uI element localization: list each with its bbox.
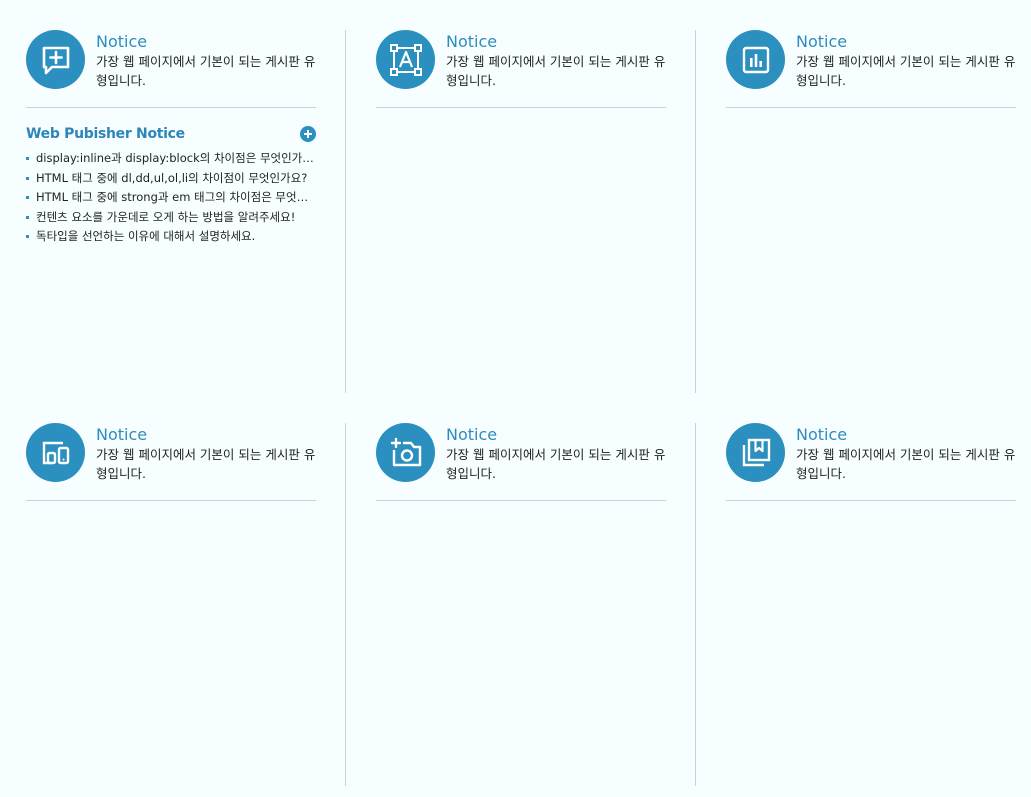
card-description: 가장 웹 페이지에서 기본이 되는 게시판 유형입니다. [446,447,666,481]
plus-circle-icon[interactable] [300,126,316,142]
chat-plus-icon[interactable] [26,30,85,89]
card-title[interactable]: Notice [796,425,1021,445]
card-description: 가장 웹 페이지에서 기본이 되는 게시판 유형입니다. [96,447,316,481]
card-header: Notice 가장 웹 페이지에서 기본이 되는 게시판 유형입니다. [376,30,666,108]
add-photo-icon[interactable] [376,423,435,482]
card-description: 가장 웹 페이지에서 기본이 되는 게시판 유형입니다. [96,54,316,88]
notice-card: Notice 가장 웹 페이지에서 기본이 되는 게시판 유형입니다. [726,423,1016,501]
card-header: Notice 가장 웹 페이지에서 기본이 되는 게시판 유형입니다. [726,423,1016,501]
card-header: Notice 가장 웹 페이지에서 기본이 되는 게시판 유형입니다. [726,30,1016,108]
card-title[interactable]: Notice [446,32,671,52]
column-divider [345,423,346,786]
card-title[interactable]: Notice [96,425,321,445]
notice-card: Notice 가장 웹 페이지에서 기본이 되는 게시판 유형입니다. [26,423,316,501]
notice-card: Notice 가장 웹 페이지에서 기본이 되는 게시판 유형입니다. Web … [26,30,316,247]
notice-card: Notice 가장 웹 페이지에서 기본이 되는 게시판 유형입니다. [726,30,1016,108]
column-divider [345,30,346,393]
notice-board: Web Pubisher Notice display:inline과 disp… [26,124,316,247]
list-item[interactable]: 컨텐츠 요소를 가운데로 오게 하는 방법을 알려주세요! [26,208,314,228]
card-header: Notice 가장 웹 페이지에서 기본이 되는 게시판 유형입니다. [26,30,316,108]
card-header: Notice 가장 웹 페이지에서 기본이 되는 게시판 유형입니다. [376,423,666,501]
board-title[interactable]: Web Pubisher Notice [26,126,185,142]
notice-card: Notice 가장 웹 페이지에서 기본이 되는 게시판 유형입니다. [376,423,666,501]
list-item[interactable]: HTML 태그 중에 dl,dd,ul,ol,li의 차이점이 무엇인가요? [26,169,314,189]
bar-chart-icon[interactable] [726,30,785,89]
notice-card: Notice 가장 웹 페이지에서 기본이 되는 게시판 유형입니다. [376,30,666,108]
list-item[interactable]: 독타입을 선언하는 이유에 대해서 설명하세요. [26,227,314,247]
bookmarks-icon[interactable] [726,423,785,482]
card-title[interactable]: Notice [796,32,1021,52]
card-title[interactable]: Notice [96,32,321,52]
list-item[interactable]: HTML 태그 중에 strong과 em 태그의 차이점은 무엇인가요? [26,188,314,208]
column-divider [695,423,696,786]
card-header: Notice 가장 웹 페이지에서 기본이 되는 게시판 유형입니다. [26,423,316,501]
column-divider [695,30,696,393]
devices-icon[interactable] [26,423,85,482]
card-description: 가장 웹 페이지에서 기본이 되는 게시판 유형입니다. [446,54,666,88]
card-description: 가장 웹 페이지에서 기본이 되는 게시판 유형입니다. [796,447,1016,481]
board-list: display:inline과 display:block의 차이점은 무엇인가… [26,149,316,247]
card-title[interactable]: Notice [446,425,671,445]
text-frame-icon[interactable] [376,30,435,89]
list-item[interactable]: display:inline과 display:block의 차이점은 무엇인가… [26,149,314,169]
page: Notice 가장 웹 페이지에서 기본이 되는 게시판 유형입니다. Web … [0,0,1031,797]
card-description: 가장 웹 페이지에서 기본이 되는 게시판 유형입니다. [796,54,1016,88]
